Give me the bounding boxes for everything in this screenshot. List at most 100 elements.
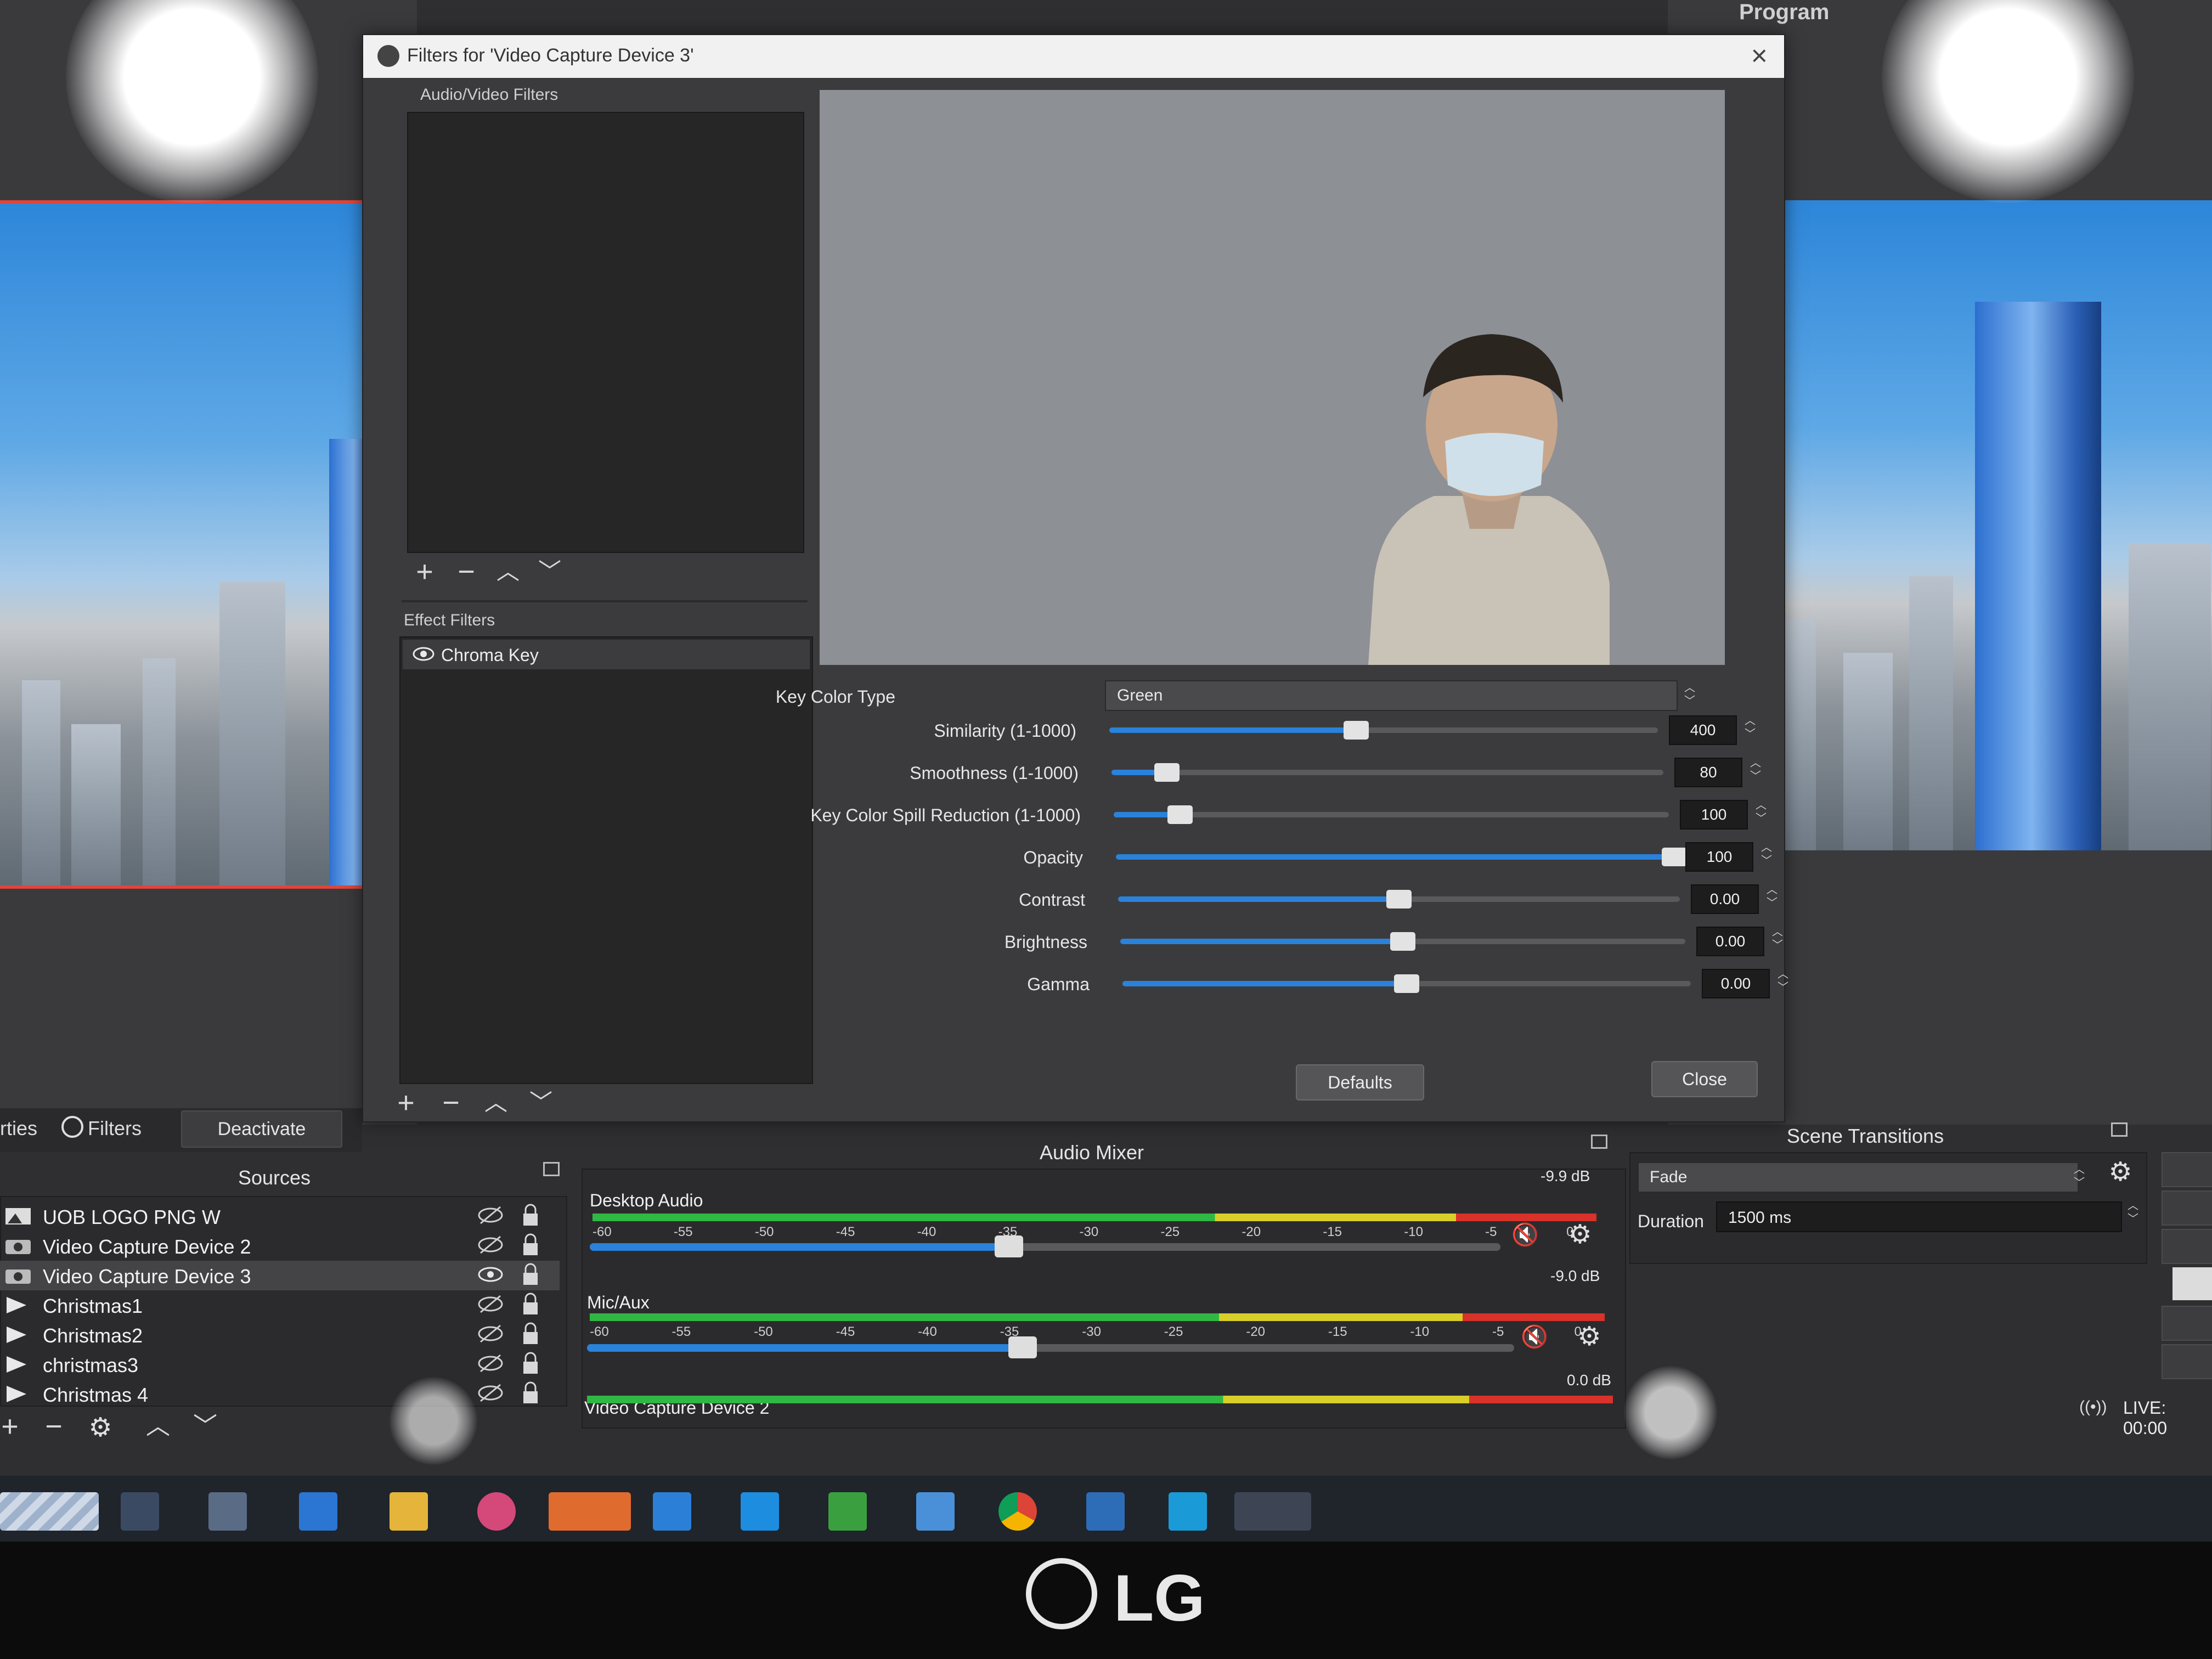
slider-handle[interactable] <box>1394 974 1419 993</box>
move-effect-filter-up-button[interactable]: ︿ <box>481 1087 511 1118</box>
defaults-button[interactable]: Defaults <box>1296 1064 1424 1101</box>
select-arrows-icon[interactable]: ︿ ﹀ <box>1678 681 1702 710</box>
brightness-spinbox[interactable]: 0.00 <box>1696 927 1764 956</box>
similarity-spinbox[interactable]: 400 <box>1669 715 1737 745</box>
channel-settings-gear-icon[interactable]: ⚙ <box>1576 1323 1603 1351</box>
smoothness-spinbox[interactable]: 80 <box>1674 758 1742 787</box>
similarity-slider[interactable] <box>1109 721 1658 740</box>
spin-arrows-icon[interactable]: ︿ ﹀ <box>1749 799 1773 827</box>
preview-canvas[interactable] <box>0 200 384 889</box>
folder-icon[interactable] <box>390 1492 428 1531</box>
select-arrows-icon[interactable]: ︿ ﹀ <box>2067 1163 2091 1192</box>
lock-icon[interactable] <box>521 1263 540 1286</box>
move-av-filter-up-button[interactable]: ︿ <box>493 556 523 587</box>
app-icon[interactable] <box>653 1492 691 1531</box>
slider-handle[interactable] <box>1154 763 1180 782</box>
volume-slider[interactable] <box>590 1235 1500 1257</box>
control-button[interactable] <box>2172 1267 2212 1300</box>
transition-select[interactable]: Fade <box>1638 1162 2079 1193</box>
lock-icon[interactable] <box>521 1204 540 1227</box>
slider-handle[interactable] <box>1662 848 1687 866</box>
close-icon[interactable]: × <box>1751 40 1768 72</box>
source-item[interactable]: Christmas2 <box>0 1320 560 1350</box>
add-source-button[interactable]: + <box>0 1411 25 1442</box>
source-properties-gear-icon[interactable]: ⚙ <box>87 1414 114 1442</box>
properties-button[interactable]: rties <box>0 1117 37 1140</box>
gamma-slider[interactable] <box>1122 974 1691 993</box>
volume-slider[interactable] <box>587 1336 1514 1358</box>
speaker-muted-icon[interactable]: 🔇 <box>1511 1221 1544 1249</box>
control-button[interactable] <box>2162 1152 2212 1187</box>
source-item[interactable]: Christmas1 <box>0 1290 560 1320</box>
active-app-icon[interactable] <box>549 1492 631 1531</box>
duration-spin-icon[interactable]: ︿ ﹀ <box>2121 1199 2145 1228</box>
move-av-filter-down-button[interactable]: ﹀ <box>534 556 565 587</box>
control-button[interactable] <box>2162 1190 2212 1226</box>
move-source-down-button[interactable]: ﹀ <box>190 1411 221 1442</box>
spin-arrows-icon[interactable]: ︿ ﹀ <box>1765 926 1790 954</box>
eye-hidden-icon[interactable] <box>477 1235 504 1254</box>
spin-arrows-icon[interactable]: ︿ ﹀ <box>1760 883 1784 912</box>
slider-handle[interactable] <box>1167 805 1193 824</box>
contrast-slider[interactable] <box>1118 890 1680 909</box>
lock-icon[interactable] <box>521 1352 540 1375</box>
move-effect-filter-down-button[interactable]: ﹀ <box>526 1087 556 1118</box>
channel-settings-gear-icon[interactable]: ⚙ <box>1566 1221 1594 1249</box>
add-effect-filter-button[interactable]: + <box>391 1087 421 1118</box>
lock-icon[interactable] <box>521 1233 540 1256</box>
remove-av-filter-button[interactable]: − <box>451 556 482 587</box>
opacity-slider[interactable] <box>1116 848 1687 866</box>
control-button[interactable] <box>2162 1229 2212 1264</box>
eye-hidden-icon[interactable] <box>477 1384 504 1402</box>
volume-handle[interactable] <box>1008 1336 1037 1358</box>
remove-source-button[interactable]: − <box>38 1411 69 1442</box>
excel-icon[interactable] <box>828 1492 867 1531</box>
app-icon[interactable] <box>1169 1492 1207 1531</box>
store-icon[interactable] <box>208 1492 247 1531</box>
deactivate-button[interactable]: Deactivate <box>181 1110 342 1148</box>
eye-icon[interactable] <box>413 646 435 662</box>
spin-arrows-icon[interactable]: ︿ ﹀ <box>1771 968 1795 996</box>
search-box[interactable] <box>0 1492 99 1531</box>
photos-icon[interactable] <box>477 1492 516 1531</box>
chrome-icon[interactable] <box>998 1492 1037 1531</box>
eye-hidden-icon[interactable] <box>477 1324 504 1343</box>
undock-icon[interactable] <box>1591 1135 1607 1149</box>
spin-arrows-icon[interactable]: ︿ ﹀ <box>1754 841 1779 870</box>
audio-video-filter-list[interactable] <box>407 112 804 553</box>
close-button[interactable]: Close <box>1651 1061 1758 1097</box>
spin-arrows-icon[interactable]: ︿ ﹀ <box>1743 757 1768 785</box>
volume-handle[interactable] <box>994 1235 1023 1257</box>
brightness-slider[interactable] <box>1120 932 1685 951</box>
opacity-spinbox[interactable]: 100 <box>1685 842 1753 872</box>
remove-effect-filter-button[interactable]: − <box>436 1087 466 1118</box>
filters-button[interactable]: Filters <box>88 1117 142 1140</box>
control-button[interactable] <box>2162 1306 2212 1341</box>
speaker-muted-icon[interactable]: 🔇 <box>1521 1323 1554 1351</box>
app-icon[interactable] <box>916 1492 955 1531</box>
gamma-spinbox[interactable]: 0.00 <box>1702 969 1770 998</box>
slider-handle[interactable] <box>1390 932 1415 951</box>
contrast-spinbox[interactable]: 0.00 <box>1691 884 1759 914</box>
app-icon[interactable] <box>1086 1492 1125 1531</box>
obs-taskbar-icon[interactable] <box>1234 1492 1311 1531</box>
smoothness-slider[interactable] <box>1111 763 1663 782</box>
source-item[interactable]: Video Capture Device 3 <box>0 1261 560 1290</box>
duration-input[interactable]: 1500 ms <box>1716 1201 2122 1232</box>
key-color-type-select[interactable]: Green <box>1105 680 1678 711</box>
source-item[interactable]: christmas3 <box>0 1350 560 1379</box>
spin-arrows-icon[interactable]: ︿ ﹀ <box>1738 714 1762 743</box>
undock-icon[interactable] <box>2111 1122 2128 1137</box>
edge-icon[interactable] <box>299 1492 337 1531</box>
eye-hidden-icon[interactable] <box>477 1206 504 1224</box>
add-av-filter-button[interactable]: + <box>409 556 440 587</box>
eye-hidden-icon[interactable] <box>477 1295 504 1313</box>
source-item[interactable]: Video Capture Device 2 <box>0 1231 560 1261</box>
lock-icon[interactable] <box>521 1322 540 1345</box>
control-button[interactable] <box>2162 1344 2212 1379</box>
spill-slider[interactable] <box>1114 805 1669 824</box>
eye-hidden-icon[interactable] <box>477 1354 504 1373</box>
app-icon[interactable] <box>741 1492 779 1531</box>
lock-icon[interactable] <box>521 1381 540 1404</box>
source-item[interactable]: UOB LOGO PNG W <box>0 1201 560 1231</box>
